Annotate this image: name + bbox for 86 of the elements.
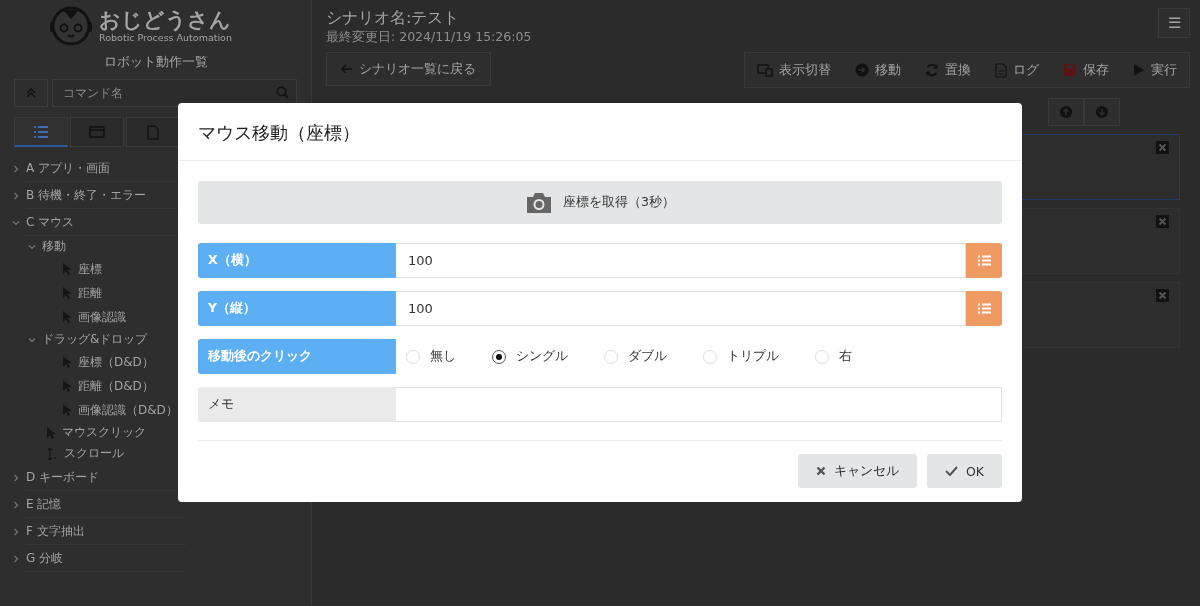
field-label: 移動後のクリック — [198, 339, 396, 374]
scenario-title: シナリオ名:テスト — [326, 8, 461, 29]
sidebar-tab[interactable] — [126, 117, 180, 147]
cursor-icon — [62, 379, 72, 393]
chevron-icon[interactable] — [12, 164, 20, 173]
close-icon[interactable] — [1156, 289, 1169, 302]
chevron-icon[interactable] — [28, 242, 36, 251]
search-field[interactable]: コマンド名 — [52, 79, 297, 107]
logo-subtitle: Robotic Process Automation — [99, 31, 232, 43]
scroll-icon — [46, 446, 58, 461]
up-arrow-icon — [1060, 106, 1072, 118]
cursor-icon — [62, 262, 72, 276]
move-up-button[interactable] — [1048, 98, 1084, 126]
toolbar-button[interactable]: 表示切替 — [745, 53, 843, 87]
variable-list-button[interactable] — [966, 243, 1002, 278]
chevron-icon[interactable] — [12, 500, 20, 509]
cancel-button[interactable]: キャンセル — [797, 454, 917, 488]
field-label: Y（縦） — [198, 291, 396, 326]
cursor-icon — [62, 286, 72, 300]
tree-item[interactable]: スクロール — [64, 445, 124, 462]
coordinate-input[interactable]: 100 — [396, 243, 966, 278]
click-option[interactable]: トリプル — [703, 348, 779, 365]
click-option[interactable]: シングル — [492, 348, 568, 365]
toolbar-button[interactable]: ログ — [983, 53, 1051, 87]
back-button[interactable]: シナリオ一覧に戻る — [326, 52, 491, 86]
tree-item[interactable]: 移動 — [42, 238, 66, 255]
tree-item[interactable]: ドラッグ&ドロップ — [42, 331, 148, 348]
chevron-icon[interactable] — [28, 335, 36, 344]
menu-button[interactable]: ☰ — [1158, 8, 1190, 38]
coordinate-input[interactable]: 100 — [396, 291, 966, 326]
chevron-icon[interactable] — [12, 191, 20, 200]
collapse-button[interactable] — [14, 79, 48, 107]
close-icon — [815, 466, 826, 476]
arrow-circle-icon — [855, 63, 869, 77]
cursor-icon — [46, 425, 56, 440]
chevron-icon[interactable] — [12, 218, 20, 227]
memo-input[interactable] — [396, 387, 1002, 422]
monitor-icon — [757, 63, 773, 77]
tree-item[interactable]: マウスクリック — [62, 424, 146, 441]
document-icon — [995, 62, 1007, 78]
move-down-button[interactable] — [1084, 98, 1120, 126]
cursor-icon — [62, 403, 72, 417]
close-icon[interactable] — [1156, 215, 1169, 228]
tree-item[interactable]: 座標 — [78, 260, 102, 278]
camera-icon — [525, 191, 553, 214]
check-icon — [944, 466, 958, 476]
list-icon — [977, 255, 991, 266]
cursor-icon — [62, 355, 72, 369]
click-option[interactable]: 無し — [406, 348, 456, 365]
list-icon — [977, 303, 991, 314]
toolbar-button[interactable]: 移動 — [843, 53, 913, 87]
ok-button[interactable]: OK — [926, 454, 1002, 488]
category-item[interactable]: F 文字抽出 — [26, 518, 186, 545]
left-arrow-icon — [341, 64, 353, 74]
chevron-icon[interactable] — [12, 527, 20, 536]
toolbar-button[interactable]: 置換 — [913, 53, 983, 87]
category-item[interactable]: G 分岐 — [26, 545, 186, 572]
chevron-icon[interactable] — [12, 473, 20, 482]
tree-item[interactable]: 距離 — [78, 284, 102, 302]
logo-title: おじどうさん — [99, 7, 232, 32]
cursor-icon — [62, 310, 72, 324]
tree-item[interactable]: 画像認識（D&D） — [78, 401, 178, 419]
toolbar-button[interactable]: 実行 — [1121, 53, 1189, 87]
field-label: X（横） — [198, 243, 396, 278]
variable-list-button[interactable] — [966, 291, 1002, 326]
click-option[interactable]: 右 — [815, 348, 852, 365]
sidebar-title: ロボット動作一覧 — [102, 53, 209, 71]
card-icon — [89, 126, 105, 138]
capture-button[interactable]: 座標を取得（3秒） — [198, 181, 1002, 224]
chevron-icon[interactable] — [12, 554, 20, 563]
tree-item[interactable]: 画像認識 — [78, 308, 126, 326]
modified-date: 最終変更日: 2024/11/19 15:26:05 — [326, 29, 532, 46]
double-chevron-icon — [26, 88, 36, 98]
click-option[interactable]: ダブル — [604, 348, 667, 365]
close-icon[interactable] — [1156, 141, 1169, 154]
file-icon — [147, 124, 159, 140]
field-label: メモ — [198, 387, 396, 422]
down-arrow-icon — [1096, 106, 1108, 118]
tree-item[interactable]: 距離（D&D） — [78, 377, 154, 395]
dialog-title: マウス移動（座標） — [178, 103, 1022, 161]
tree-item[interactable]: 座標（D&D） — [78, 353, 154, 371]
toolbar-button[interactable]: 保存 — [1051, 53, 1121, 87]
search-icon — [276, 86, 289, 99]
refresh-icon — [925, 63, 939, 77]
play-icon — [1133, 63, 1145, 77]
list-icon — [33, 124, 49, 139]
